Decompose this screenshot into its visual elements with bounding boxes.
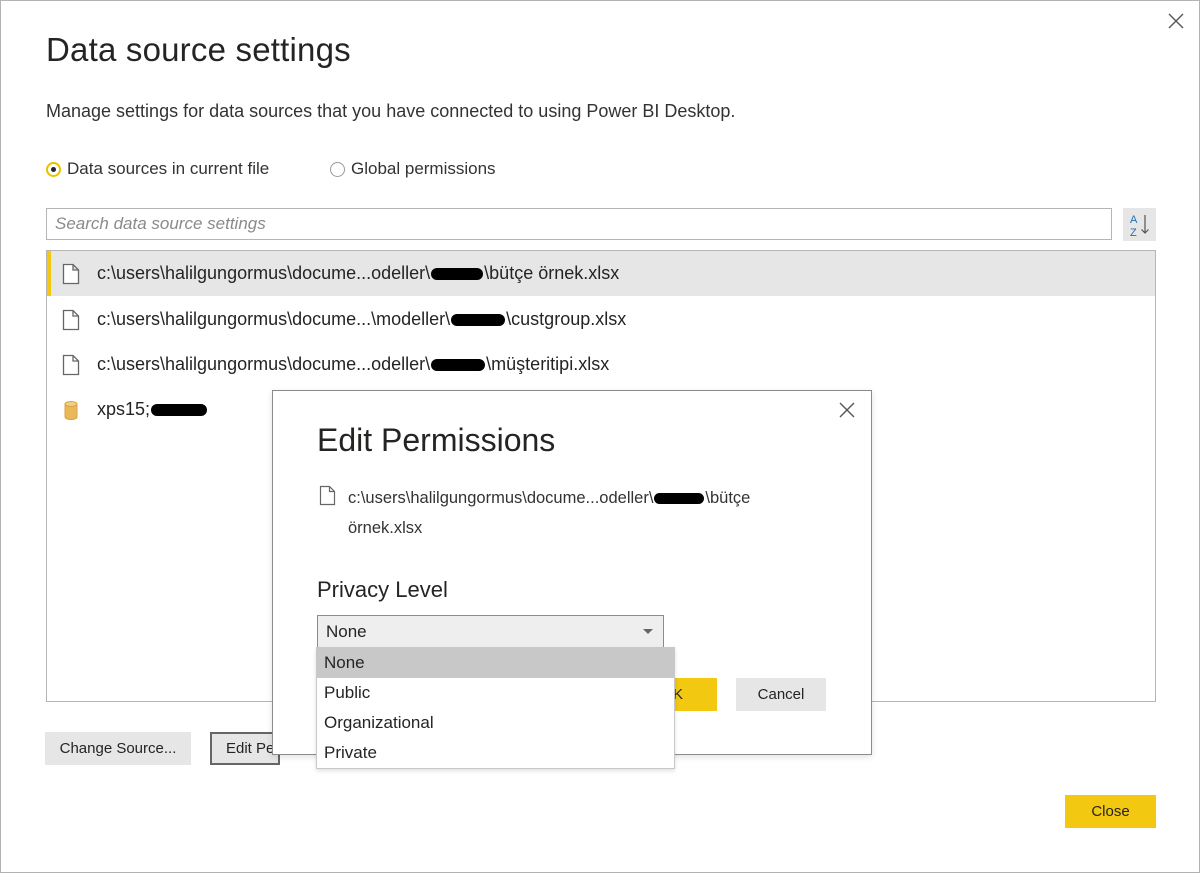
list-item-path-suffix: \custgroup.xlsx xyxy=(506,309,627,329)
sort-az-icon: A Z xyxy=(1130,214,1149,238)
sort-button[interactable]: A Z xyxy=(1123,208,1156,241)
radio-current-file[interactable]: Data sources in current file xyxy=(46,159,269,179)
file-icon xyxy=(319,485,336,506)
file-icon xyxy=(62,354,80,376)
redaction-mark xyxy=(451,314,506,327)
list-item-path-prefix: c:\users\halilgungormus\docume...\modell… xyxy=(97,309,451,329)
window-subtitle: Manage settings for data sources that yo… xyxy=(46,101,736,121)
dropdown-option-none[interactable]: None xyxy=(317,648,674,678)
privacy-level-label: Privacy Level xyxy=(317,577,448,602)
dialog-title: Edit Permissions xyxy=(317,422,556,458)
cancel-button[interactable]: Cancel xyxy=(736,678,826,711)
list-item[interactable]: c:\users\halilgungormus\docume...odeller… xyxy=(47,251,1155,296)
radio-global-permissions-label: Global permissions xyxy=(351,159,496,178)
list-item-path-prefix: c:\users\halilgungormus\docume...odeller… xyxy=(97,263,431,283)
list-item-label: c:\users\halilgungormus\docume...odeller… xyxy=(97,354,609,375)
dialog-path-prefix: c:\users\halilgungormus\docume...odeller… xyxy=(348,489,654,507)
edit-permissions-button[interactable]: Edit Pe xyxy=(210,732,280,765)
radio-current-file-indicator[interactable] xyxy=(46,161,61,177)
database-icon xyxy=(64,401,78,420)
svg-text:Z: Z xyxy=(1130,227,1137,238)
window-title: Data source settings xyxy=(46,31,351,68)
list-item-label: c:\users\halilgungormus\docume...odeller… xyxy=(97,263,619,284)
svg-text:A: A xyxy=(1130,214,1138,226)
list-item-path-suffix: \müşteritipi.xlsx xyxy=(486,354,610,374)
close-icon[interactable] xyxy=(1162,7,1190,35)
list-item-label: c:\users\halilgungormus\docume...\modell… xyxy=(97,309,626,330)
dropdown-option-public[interactable]: Public xyxy=(317,678,674,708)
file-icon xyxy=(62,309,80,331)
dropdown-option-private[interactable]: Private xyxy=(317,738,674,768)
list-item-path-prefix: xps15; xyxy=(97,399,151,419)
redaction-mark xyxy=(431,268,484,281)
chevron-down-icon xyxy=(643,629,653,634)
privacy-level-dropdown: None Public Organizational Private xyxy=(316,647,675,769)
privacy-level-value: None xyxy=(326,621,367,641)
change-source-button[interactable]: Change Source... xyxy=(45,732,191,765)
radio-current-file-label: Data sources in current file xyxy=(67,159,270,178)
list-item-path-prefix: c:\users\halilgungormus\docume...odeller… xyxy=(97,354,431,374)
close-icon[interactable] xyxy=(835,398,859,422)
dialog-path-mid: \bütçe xyxy=(705,489,751,507)
search-input[interactable] xyxy=(46,208,1112,240)
redaction-mark xyxy=(431,359,486,372)
close-button[interactable]: Close xyxy=(1065,795,1156,828)
dialog-path-line2: örnek.xlsx xyxy=(348,519,423,537)
privacy-level-select[interactable]: None xyxy=(317,615,664,648)
redaction-mark xyxy=(654,493,705,505)
radio-global-permissions-indicator[interactable] xyxy=(330,161,345,177)
list-item-label: xps15; xyxy=(97,399,208,420)
radio-global-permissions[interactable]: Global permissions xyxy=(330,159,496,179)
dropdown-option-organizational[interactable]: Organizational xyxy=(317,708,674,738)
list-item[interactable]: c:\users\halilgungormus\docume...odeller… xyxy=(47,342,1155,387)
list-item[interactable]: c:\users\halilgungormus\docume...\modell… xyxy=(47,297,1155,342)
file-icon xyxy=(62,263,80,285)
list-item-path-suffix: \bütçe örnek.xlsx xyxy=(484,263,620,283)
redaction-mark xyxy=(151,404,208,417)
dialog-source-path: c:\users\halilgungormus\docume...odeller… xyxy=(348,483,798,543)
